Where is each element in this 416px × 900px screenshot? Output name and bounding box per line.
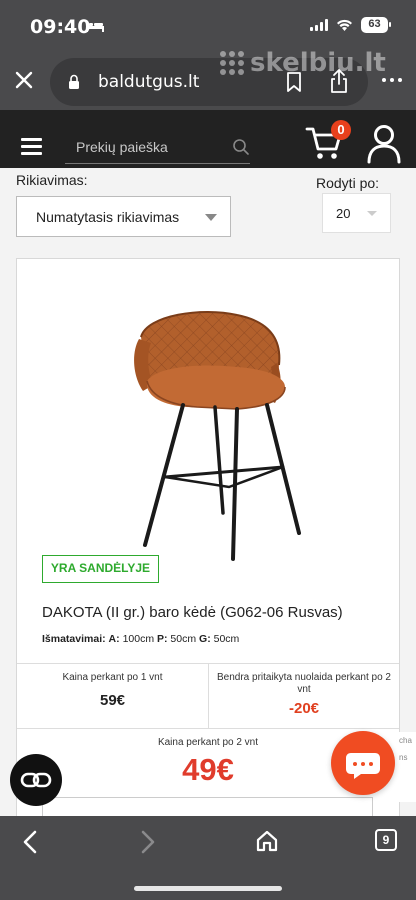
battery-icon: 63 xyxy=(361,17,391,33)
bed-icon xyxy=(86,22,104,32)
dim-value: 50cm xyxy=(170,633,197,645)
menu-icon[interactable] xyxy=(21,138,42,155)
wifi-icon xyxy=(337,19,352,31)
chevron-down-icon xyxy=(367,211,377,216)
search-icon[interactable] xyxy=(232,138,250,156)
url-text: baldutgus.lt xyxy=(98,72,200,92)
chevron-down-icon xyxy=(205,214,217,221)
sort-value: Numatytasis rikiavimas xyxy=(36,209,180,225)
user-icon[interactable] xyxy=(366,124,402,164)
search-input[interactable] xyxy=(65,130,250,164)
discount-label: Bendra pritaikyta nuolaida perkant po 2 … xyxy=(216,672,391,695)
back-icon[interactable] xyxy=(22,830,38,854)
forward-icon[interactable] xyxy=(140,830,156,854)
sort-label: Rikiavimas: xyxy=(16,172,88,188)
chat-bubble-icon xyxy=(346,753,380,779)
price-single-value: 59€ xyxy=(99,692,126,709)
side-strip-text: ns xyxy=(399,753,408,762)
close-icon[interactable] xyxy=(12,68,36,92)
watermark-text: skelbiu.lt xyxy=(250,48,386,78)
chat-button[interactable] xyxy=(331,731,395,795)
product-dimensions: Išmatavimai: A: 100cm P: 50cm G: 50cm xyxy=(42,633,239,645)
status-bar: 09:40 63 xyxy=(0,0,416,54)
stock-badge: YRA SANDĖLYJE xyxy=(42,555,159,583)
signal-icon xyxy=(310,19,328,31)
dimensions-label: Išmatavimai: xyxy=(42,633,106,645)
price-single-cell: Kaina perkant po 1 vnt 59€ xyxy=(17,664,209,728)
home-icon[interactable] xyxy=(255,829,279,853)
show-per-page-value: 20 xyxy=(336,206,351,221)
product-title[interactable]: DAKOTA (II gr.) baro kėdė (G062-06 Rusva… xyxy=(42,604,343,621)
lock-icon xyxy=(69,74,79,89)
watermark: skelbiu.lt xyxy=(220,48,386,78)
side-strip: cha ns xyxy=(396,732,416,802)
show-per-page-select[interactable]: 20 xyxy=(322,193,391,233)
more-options-icon[interactable] xyxy=(382,78,402,82)
discount-cell: Bendra pritaikyta nuolaida perkant po 2 … xyxy=(209,664,399,728)
browser-bottom-bar: 9 xyxy=(0,816,416,900)
home-indicator xyxy=(134,886,282,891)
side-strip-text: cha xyxy=(399,736,412,745)
dim-key: P: xyxy=(157,633,168,645)
dim-value: 50cm xyxy=(213,633,240,645)
status-time: 09:40 xyxy=(30,16,91,38)
price-table: Kaina perkant po 1 vnt 59€ Bendra pritai… xyxy=(17,663,399,729)
dim-key: A: xyxy=(108,633,120,645)
dim-value: 100cm xyxy=(122,633,155,645)
product-image[interactable] xyxy=(117,307,307,572)
status-indicators: 63 xyxy=(310,17,391,33)
dim-key: G: xyxy=(199,633,211,645)
link-button[interactable] xyxy=(10,754,62,806)
link-icon xyxy=(20,772,52,788)
watermark-logo-icon xyxy=(220,51,244,75)
tabs-icon[interactable]: 9 xyxy=(375,829,397,851)
site-header xyxy=(0,110,416,168)
discount-value: -20€ xyxy=(288,700,320,717)
cart-count-badge: 0 xyxy=(331,120,351,140)
show-per-page-label: Rodyti po: xyxy=(316,175,380,191)
sort-select[interactable]: Numatytasis rikiavimas xyxy=(16,196,231,237)
price-single-label: Kaina perkant po 1 vnt xyxy=(62,672,163,683)
